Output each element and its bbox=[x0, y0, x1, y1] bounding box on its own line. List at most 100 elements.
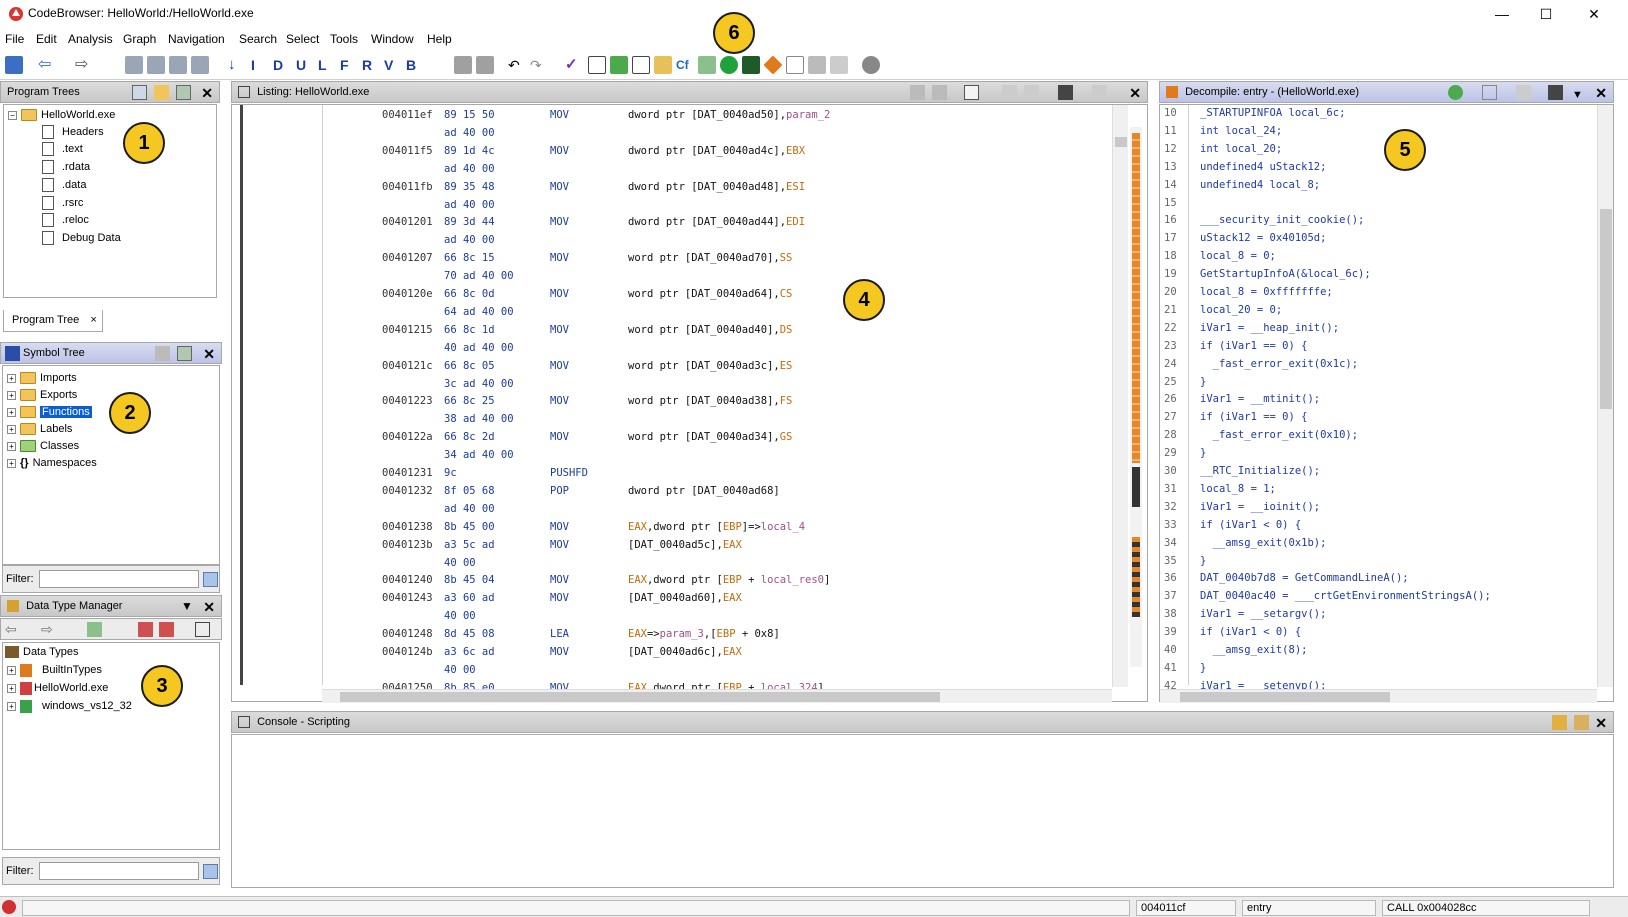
dtm-menu-icon[interactable]: ▼ bbox=[181, 596, 193, 616]
symbol-classes[interactable]: + Classes bbox=[7, 438, 79, 454]
decompile-row[interactable]: 14 undefined4 local_8; bbox=[1164, 177, 1594, 194]
menu-navigation[interactable]: Navigation bbox=[168, 32, 225, 46]
tab-close-icon[interactable]: × bbox=[90, 314, 96, 326]
nav-label-icon[interactable] bbox=[191, 56, 209, 74]
decompile-row[interactable]: 36 DAT_0040b7d8 = GetCommandLineA(); bbox=[1164, 570, 1594, 587]
plugin-icon[interactable] bbox=[862, 56, 880, 74]
new-tree-icon[interactable] bbox=[132, 85, 147, 100]
decompile-row[interactable]: 12 int local_20; bbox=[1164, 141, 1594, 158]
menu-tools[interactable]: Tools bbox=[330, 32, 358, 46]
nav-r-icon[interactable]: R bbox=[362, 56, 380, 74]
close-dtm-icon[interactable]: ✕ bbox=[203, 597, 215, 617]
bookmarks-icon[interactable] bbox=[808, 56, 826, 74]
expand-icon[interactable]: + bbox=[7, 683, 16, 693]
dtm-back-icon[interactable]: ⇦ bbox=[5, 621, 20, 637]
dtm-collapse-icon[interactable] bbox=[195, 622, 210, 637]
decompile-row[interactable]: 18 local_8 = 0; bbox=[1164, 248, 1594, 265]
console-output[interactable] bbox=[231, 734, 1614, 888]
decompile-row[interactable]: 31 local_8 = 1; bbox=[1164, 481, 1594, 498]
tree-item-reloc[interactable]: .reloc bbox=[42, 212, 89, 228]
decompile-row[interactable]: 13 undefined4 uStack12; bbox=[1164, 159, 1594, 176]
filter-options-icon[interactable] bbox=[203, 864, 218, 879]
maximize-button[interactable]: ☐ bbox=[1524, 2, 1568, 26]
undo-icon[interactable]: ↶ bbox=[508, 56, 526, 74]
expand-icon[interactable]: + bbox=[7, 665, 16, 675]
decompile-row[interactable]: 25} bbox=[1164, 374, 1594, 391]
checkmark-icon[interactable]: ✓ bbox=[565, 56, 583, 74]
expand-icon[interactable]: + bbox=[7, 390, 16, 400]
decompile-row[interactable]: 39 if (iVar1 < 0) { bbox=[1164, 624, 1594, 641]
clear-console-icon[interactable] bbox=[1574, 715, 1589, 730]
symbol-labels[interactable]: + Labels bbox=[7, 421, 72, 437]
redo-icon[interactable]: ↷ bbox=[530, 56, 548, 74]
decompile-row[interactable]: 21 local_20 = 0; bbox=[1164, 302, 1594, 319]
copy-icon[interactable] bbox=[910, 85, 925, 100]
menu-help[interactable]: Help bbox=[427, 32, 452, 46]
program-tree-icon[interactable] bbox=[830, 56, 848, 74]
decompile-row[interactable]: 29} bbox=[1164, 445, 1594, 462]
copy-decompile-icon[interactable] bbox=[1482, 85, 1497, 100]
expand-icon[interactable]: + bbox=[7, 441, 16, 451]
run-script-icon[interactable] bbox=[720, 56, 738, 74]
decompile-vertical-scrollbar[interactable] bbox=[1597, 105, 1613, 687]
nav-u-icon[interactable]: U bbox=[296, 56, 314, 74]
tree-item-debug-data[interactable]: Debug Data bbox=[42, 230, 121, 246]
folder-ab-icon[interactable] bbox=[654, 56, 672, 74]
decompile-row[interactable]: 41} bbox=[1164, 660, 1594, 677]
diff-icon[interactable] bbox=[1024, 85, 1039, 100]
tree-item-headers[interactable]: Headers bbox=[42, 124, 104, 140]
bytes-view-icon[interactable] bbox=[588, 56, 606, 74]
tree-item-data[interactable]: .data bbox=[42, 177, 86, 193]
decompile-row[interactable]: 30 __RTC_Initialize(); bbox=[1164, 463, 1594, 480]
decompile-row[interactable]: 33 if (iVar1 < 0) { bbox=[1164, 517, 1594, 534]
table-view-icon[interactable] bbox=[632, 56, 650, 74]
memory-map-icon[interactable] bbox=[786, 56, 804, 74]
snapshot-icon[interactable] bbox=[1058, 85, 1073, 100]
decompile-menu-icon[interactable]: ▼ bbox=[1572, 85, 1587, 101]
decompile-row[interactable]: 27 if (iVar1 == 0) { bbox=[1164, 409, 1594, 426]
collapse-icon[interactable]: − bbox=[8, 110, 17, 120]
terminal-icon[interactable] bbox=[742, 56, 760, 74]
snapshot-decompile-icon[interactable] bbox=[1548, 85, 1563, 100]
decompile-row[interactable]: 34 __amsg_exit(0x1b); bbox=[1164, 535, 1594, 552]
tree-item-text[interactable]: .text bbox=[42, 141, 83, 157]
forward-arrow-icon[interactable]: ⇨ bbox=[75, 56, 93, 74]
decompile-scroll-thumb[interactable] bbox=[1600, 209, 1612, 409]
decompile-row[interactable]: 28 _fast_error_exit(0x10); bbox=[1164, 427, 1594, 444]
diamond-icon[interactable] bbox=[763, 55, 783, 75]
decompile-row[interactable]: 23 if (iVar1 == 0) { bbox=[1164, 338, 1594, 355]
create-namespace-icon[interactable] bbox=[155, 346, 170, 361]
symbol-functions[interactable]: + Functions bbox=[7, 404, 92, 420]
decompile-row[interactable]: 35} bbox=[1164, 553, 1594, 570]
listing-vertical-scrollbar[interactable] bbox=[1112, 105, 1128, 687]
decompile-h-scroll-thumb[interactable] bbox=[1180, 692, 1390, 702]
close-symbol-tree-icon[interactable]: ✕ bbox=[203, 344, 215, 364]
decompile-row[interactable]: 11 int local_24; bbox=[1164, 123, 1594, 140]
symbol-imports[interactable]: + Imports bbox=[7, 370, 77, 386]
refresh-decompile-icon[interactable] bbox=[1448, 85, 1463, 100]
navigate-symbol-icon[interactable] bbox=[177, 346, 192, 361]
expand-icon[interactable]: + bbox=[7, 407, 16, 417]
dtm-root[interactable]: Data Types bbox=[5, 644, 78, 660]
menu-edit[interactable]: Edit bbox=[36, 32, 57, 46]
nav-f-icon[interactable]: F bbox=[340, 56, 358, 74]
dtm-builtin[interactable]: + BuiltInTypes bbox=[7, 662, 102, 678]
decompile-row[interactable]: 32 iVar1 = __ioinit(); bbox=[1164, 499, 1594, 516]
filter-options-icon[interactable] bbox=[203, 572, 218, 587]
edit-signature-icon[interactable] bbox=[1516, 85, 1531, 100]
decompile-horizontal-scrollbar[interactable] bbox=[1160, 689, 1597, 703]
close-window-button[interactable]: ✕ bbox=[1572, 2, 1616, 26]
menu-file[interactable]: File bbox=[5, 32, 24, 46]
expand-icon[interactable]: + bbox=[7, 373, 16, 383]
expand-icon[interactable]: + bbox=[7, 458, 16, 468]
decompile-row[interactable]: 37 DAT_0040ac40 = ___crtGetEnvironmentStr… bbox=[1164, 588, 1594, 605]
dtm-filter-input[interactable] bbox=[39, 862, 199, 880]
close-program-trees-icon[interactable]: ✕ bbox=[201, 83, 213, 103]
decompile-row[interactable]: 22 iVar1 = __heap_init(); bbox=[1164, 320, 1594, 337]
menu-select[interactable]: Select bbox=[286, 32, 319, 46]
tab-program-tree[interactable]: Program Tree × bbox=[3, 310, 103, 332]
back-arrow-icon[interactable]: ⇦ bbox=[38, 56, 56, 74]
nav-i-icon[interactable]: I bbox=[251, 56, 269, 74]
dtm-sync-icon[interactable] bbox=[87, 622, 102, 637]
decompile-row[interactable]: 38 iVar1 = __setargv(); bbox=[1164, 606, 1594, 623]
